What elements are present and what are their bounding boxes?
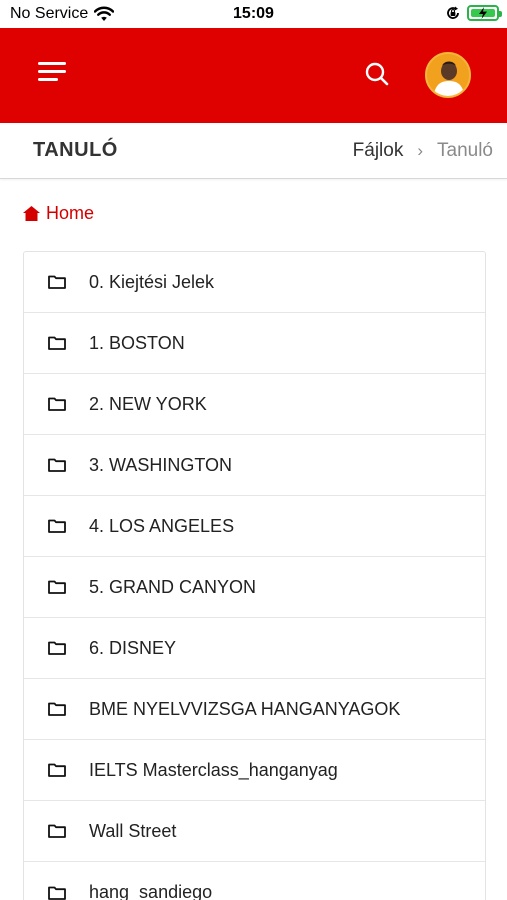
- breadcrumb-current: Tanuló: [437, 140, 493, 161]
- folder-icon: [48, 641, 66, 655]
- folder-icon: [48, 702, 66, 716]
- folder-name: 3. WASHINGTON: [89, 454, 233, 475]
- folder-row[interactable]: BME NYELVVIZSGA HANGANYAGOK: [24, 679, 485, 740]
- folder-row[interactable]: 2. NEW YORK: [24, 374, 485, 435]
- folder-row[interactable]: Wall Street: [24, 801, 485, 862]
- folder-icon: [48, 824, 66, 838]
- folder-name: hang_sandiego: [89, 882, 213, 900]
- folder-name: 2. NEW YORK: [89, 393, 207, 414]
- menu-icon[interactable]: [38, 62, 68, 88]
- folder-icon: [48, 336, 66, 350]
- status-right: [445, 5, 502, 21]
- folder-icon: [48, 275, 66, 289]
- status-bar: No Service 15:09: [0, 0, 507, 28]
- folder-row[interactable]: 6. DISNEY: [24, 618, 485, 679]
- folder-name: 6. DISNEY: [89, 637, 177, 658]
- folder-row[interactable]: 3. WASHINGTON: [24, 435, 485, 496]
- status-time: 15:09: [233, 5, 274, 22]
- folder-name: BME NYELVVIZSGA HANGANYAGOK: [89, 698, 401, 719]
- folder-name: 1. BOSTON: [89, 332, 185, 353]
- battery-charging-icon: [467, 5, 502, 21]
- folder-icon: [48, 397, 66, 411]
- home-link[interactable]: Home: [23, 203, 94, 224]
- search-icon[interactable]: [364, 61, 390, 87]
- folder-name: Wall Street: [89, 820, 177, 841]
- folder-row[interactable]: 1. BOSTON: [24, 313, 485, 374]
- home-label: Home: [46, 203, 95, 223]
- app-bar: [0, 28, 507, 123]
- folder-icon: [48, 458, 66, 472]
- folder-row[interactable]: IELTS Masterclass_hanganyag: [24, 740, 485, 801]
- breadcrumb-parent-link[interactable]: Fájlok: [353, 140, 404, 162]
- folder-row[interactable]: 5. GRAND CANYON: [24, 557, 485, 618]
- breadcrumb-separator-icon: ›: [417, 141, 423, 160]
- page-title: TANULÓ: [33, 139, 118, 161]
- folder-icon: [48, 580, 66, 594]
- folder-row[interactable]: hang_sandiego: [24, 862, 485, 900]
- home-icon: [23, 206, 40, 221]
- folder-row[interactable]: 0. Kiejtési Jelek: [24, 252, 485, 313]
- folder-row[interactable]: 4. LOS ANGELES: [24, 496, 485, 557]
- folder-icon: [48, 763, 66, 777]
- folder-name: IELTS Masterclass_hanganyag: [89, 759, 338, 780]
- orientation-lock-icon: [447, 6, 459, 19]
- folder-list: 0. Kiejtési Jelek 1. BOSTON 2. NEW YORK …: [23, 251, 486, 900]
- title-bar: TANULÓ Fájlok › Tanuló: [0, 123, 507, 179]
- breadcrumb: Fájlok › Tanuló: [353, 140, 493, 162]
- avatar[interactable]: [425, 52, 471, 98]
- folder-icon: [48, 886, 66, 900]
- folder-name: 0. Kiejtési Jelek: [89, 271, 215, 292]
- folder-icon: [48, 519, 66, 533]
- folder-name: 5. GRAND CANYON: [89, 576, 257, 597]
- folder-name: 4. LOS ANGELES: [89, 515, 235, 536]
